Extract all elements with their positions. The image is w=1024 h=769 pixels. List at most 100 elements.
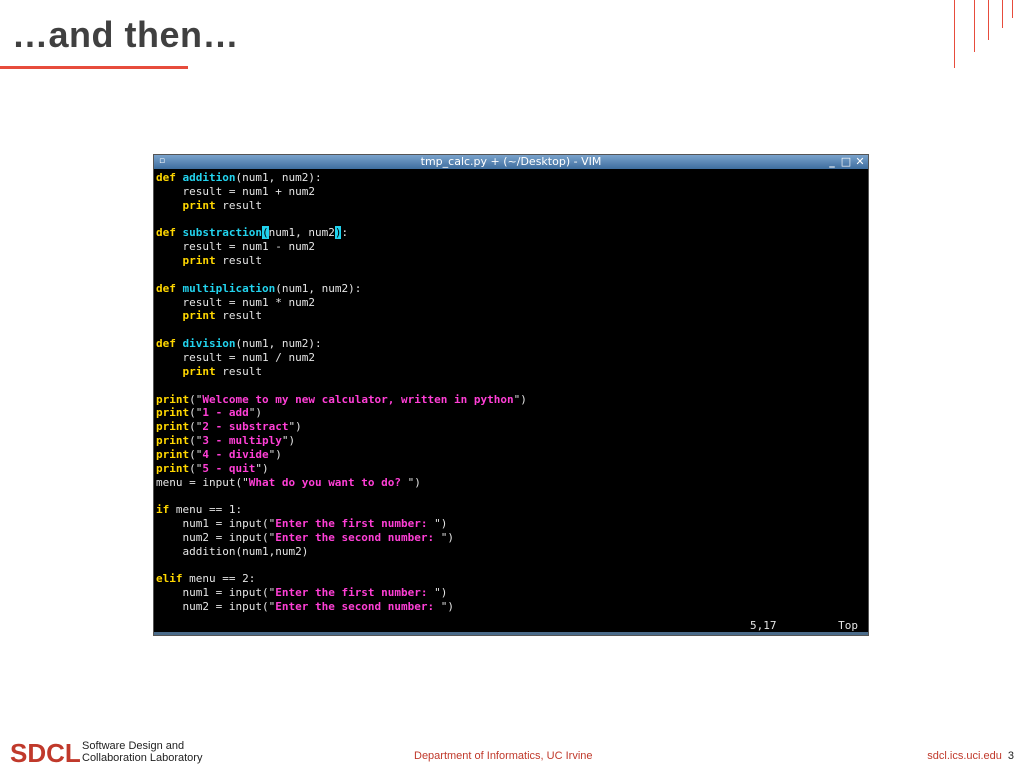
code-text: ") [268, 447, 282, 461]
code-text: result = num1 - num2 [156, 240, 315, 254]
code-text: num1, num2 [268, 226, 335, 240]
keyword: def [156, 337, 176, 351]
window-controls: _ □ ✕ [826, 155, 866, 169]
code-line: if menu == 1: [156, 503, 868, 517]
keyword: print [182, 364, 216, 378]
code-line: result = num1 * num2 [156, 296, 868, 310]
string-literal: Enter the second number: [275, 530, 435, 544]
vim-window[interactable]: ▫ tmp_calc.py + (~/Desktop) - VIM _ □ ✕ … [153, 154, 869, 636]
code-text: ") [288, 420, 302, 434]
bracket-highlight: ( [261, 226, 269, 240]
string-literal: Enter the first number: [275, 586, 428, 600]
code-line: print("4 - divide") [156, 448, 868, 462]
function-name: multiplication [182, 281, 276, 295]
code-text: menu == 2: [182, 572, 256, 586]
minimize-icon[interactable]: _ [826, 155, 838, 169]
page-number: 3 [1007, 750, 1014, 762]
code-text: (num1, num2): [235, 337, 322, 351]
site-url: sdcl.ics.uci.edu [927, 750, 1002, 762]
lab-name-line1: Software Design and [82, 740, 185, 752]
slide-title: …and then… [12, 14, 239, 55]
code-text: (" [189, 447, 203, 461]
code-line: def multiplication(num1, num2): [156, 282, 868, 296]
string-literal: 4 - divide [202, 447, 269, 461]
code-line: def substraction(num1, num2): [156, 226, 868, 240]
code-line: num2 = input("Enter the second number: "… [156, 600, 868, 614]
code-line: print("1 - add") [156, 406, 868, 420]
footer-url-block: sdcl.ics.uci.edu 3 [927, 750, 1014, 762]
code-line: menu = input("What do you want to do? ") [156, 476, 868, 490]
string-literal: Enter the first number: [275, 517, 428, 531]
code-text: addition(num1,num2) [156, 544, 309, 558]
function-name: division [182, 337, 236, 351]
lab-name: Software Design and Collaboration Labora… [82, 740, 202, 764]
code-text: result [215, 254, 262, 268]
string-literal: Enter the second number: [275, 600, 435, 614]
keyword: print [156, 447, 190, 461]
code-text: (" [189, 392, 203, 406]
code-text: result = num1 * num2 [156, 295, 315, 309]
code-line: print("Welcome to my new calculator, wri… [156, 393, 868, 407]
string-literal: 5 - quit [202, 461, 256, 475]
keyword: def [156, 171, 176, 184]
keyword: if [156, 503, 170, 517]
code-text: result = num1 / num2 [156, 350, 315, 364]
cursor-position: 5,17 [750, 619, 777, 632]
code-line: print("3 - multiply") [156, 434, 868, 448]
code-line: print("2 - substract") [156, 420, 868, 434]
code-text: ") [427, 517, 448, 531]
code-text: result [215, 309, 262, 323]
code-text: : [341, 226, 349, 240]
code-line: num1 = input("Enter the first number: ") [156, 586, 868, 600]
window-title: tmp_calc.py + (~/Desktop) - VIM [420, 155, 602, 168]
department-name: Department of Informatics, UC Irvine [414, 750, 593, 762]
code-line: num1 = input("Enter the first number: ") [156, 517, 868, 531]
code-line: print result [156, 199, 868, 213]
keyword: print [182, 309, 216, 323]
close-icon[interactable]: ✕ [854, 155, 866, 169]
corner-decoration [954, 0, 1024, 70]
code-line: elif menu == 2: [156, 572, 868, 586]
string-literal: What do you want to do? [248, 475, 402, 489]
function-name: addition [182, 171, 236, 184]
keyword: elif [156, 572, 183, 586]
code-text: ") [281, 434, 296, 448]
sdcl-logo: SDCL [10, 738, 81, 768]
string-literal: 3 - multiply [202, 434, 282, 448]
maximize-icon[interactable]: □ [840, 155, 852, 169]
keyword: def [156, 226, 176, 240]
code-text: ") [434, 600, 455, 614]
code-text: (num1, num2): [235, 171, 322, 184]
keyword: print [156, 434, 190, 448]
keyword: def [156, 281, 176, 295]
code-line: result = num1 - num2 [156, 240, 868, 254]
code-line: def division(num1, num2): [156, 337, 868, 351]
title-underline [0, 66, 188, 69]
lab-name-line2: Collaboration Laboratory [82, 752, 203, 764]
code-editor[interactable]: def addition(num1, num2): result = num1 … [156, 171, 868, 614]
code-line: addition(num1,num2) [156, 545, 868, 559]
code-text: (num1, num2): [275, 281, 362, 295]
code-line: print result [156, 309, 868, 323]
keyword: print [156, 406, 190, 420]
code-line: print result [156, 254, 868, 268]
code-text: menu = input(" [156, 475, 249, 489]
code-text: (" [189, 406, 203, 420]
window-titlebar[interactable]: ▫ tmp_calc.py + (~/Desktop) - VIM _ □ ✕ [154, 155, 868, 169]
code-line: result = num1 / num2 [156, 351, 868, 365]
code-line: print result [156, 365, 868, 379]
keyword: print [156, 420, 190, 434]
code-text: (" [189, 420, 203, 434]
code-line: def addition(num1, num2): [156, 171, 868, 185]
